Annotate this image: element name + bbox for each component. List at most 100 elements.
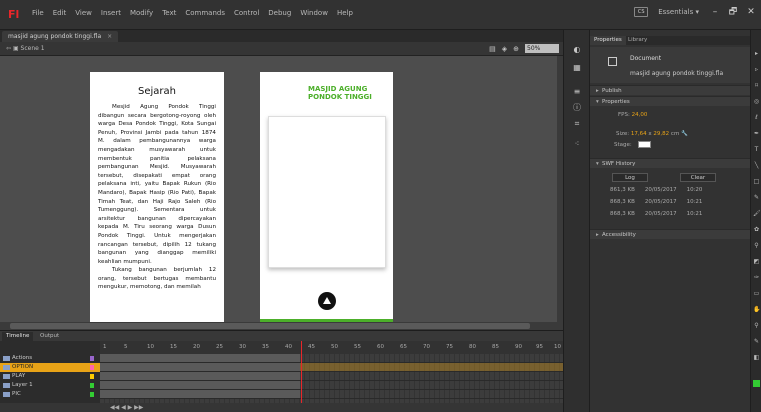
- workspace-switcher[interactable]: Essentials ▾: [654, 6, 703, 18]
- swatches-icon[interactable]: ▦: [571, 62, 583, 73]
- restore-icon[interactable]: 🗗: [727, 6, 739, 18]
- frame-row[interactable]: [100, 381, 563, 390]
- bone-tool-icon[interactable]: ⚲: [753, 242, 760, 249]
- stroke-color-icon[interactable]: ✎: [753, 338, 760, 345]
- rectangle-tool-icon[interactable]: □: [753, 178, 760, 185]
- log-button[interactable]: Log: [612, 173, 648, 182]
- fps-row: FPS: 24,00: [618, 112, 647, 118]
- frame-row[interactable]: [100, 372, 563, 381]
- edit-scene-icon[interactable]: ◈: [502, 45, 507, 53]
- brush-tool-icon[interactable]: 🖌: [753, 210, 761, 217]
- scene-breadcrumb[interactable]: ⇦ ▣ Scene 1: [6, 44, 45, 54]
- tab-properties[interactable]: Properties: [590, 36, 626, 45]
- edit-symbols-icon[interactable]: ▤: [489, 45, 496, 53]
- workspace-icon[interactable]: CS: [634, 7, 649, 17]
- layer-icon: [3, 392, 10, 397]
- back-arrow-icon[interactable]: ⇦: [6, 45, 11, 52]
- menu-file[interactable]: File: [32, 9, 44, 17]
- color-icon[interactable]: ◐: [571, 44, 583, 55]
- tab-library[interactable]: Library: [624, 36, 651, 45]
- article-paragraph-1: Mesjid Agung Pondok Tinggi dibangun seca…: [98, 104, 216, 265]
- tab-timeline[interactable]: Timeline: [2, 332, 34, 341]
- layer-play[interactable]: PLAY: [0, 372, 100, 381]
- fill-swatch-icon[interactable]: [753, 380, 760, 387]
- tab-output[interactable]: Output: [36, 332, 63, 341]
- close-icon[interactable]: ✕: [745, 6, 757, 18]
- info-icon[interactable]: ⓘ: [571, 102, 583, 113]
- pencil-tool-icon[interactable]: ✎: [753, 194, 760, 201]
- menu-debug[interactable]: Debug: [268, 9, 291, 17]
- menu-help[interactable]: Help: [337, 9, 353, 17]
- zoom-select[interactable]: 50%: [525, 44, 559, 53]
- stage-color-swatch[interactable]: [638, 141, 651, 148]
- menu-insert[interactable]: Insert: [101, 9, 121, 17]
- transform-icon[interactable]: ⌗: [571, 118, 583, 129]
- menu-edit[interactable]: Edit: [53, 9, 67, 17]
- horizontal-scroll-thumb[interactable]: [10, 323, 530, 329]
- menu-modify[interactable]: Modify: [130, 9, 153, 17]
- playhead[interactable]: [301, 341, 302, 411]
- frame-number: 30: [239, 344, 246, 350]
- 3d-rotation-tool-icon[interactable]: ◎: [753, 98, 760, 105]
- wrench-icon[interactable]: 🔧: [681, 131, 688, 137]
- clear-button[interactable]: Clear: [680, 173, 716, 182]
- deco-tool-icon[interactable]: ✿: [753, 226, 760, 233]
- frame-span: [100, 381, 300, 389]
- section-swf-history[interactable]: ▾ SWF History: [590, 158, 750, 168]
- fill-color-icon[interactable]: ◧: [753, 354, 760, 361]
- playback-controls-icon[interactable]: ◀◀ ◀ ▶ ▶▶: [110, 404, 143, 411]
- section-properties[interactable]: ▾ Properties: [590, 96, 750, 106]
- frame-row[interactable]: [100, 363, 563, 372]
- menu-text[interactable]: Text: [162, 9, 176, 17]
- size-unit: cm: [670, 131, 680, 137]
- width-value[interactable]: 17,64: [631, 131, 647, 137]
- layer-color-swatch[interactable]: [90, 365, 94, 370]
- lasso-tool-icon[interactable]: ℓ: [753, 114, 760, 121]
- layer-layer1[interactable]: Layer 1: [0, 381, 100, 390]
- history-time: 10:20: [686, 187, 703, 193]
- center-stage-icon[interactable]: ⊕: [513, 45, 519, 53]
- layer-color-swatch[interactable]: [90, 392, 94, 397]
- pen-tool-icon[interactable]: ✒: [753, 130, 760, 137]
- frame-grid[interactable]: [100, 354, 563, 403]
- menu-view[interactable]: View: [75, 9, 92, 17]
- layer-color-swatch[interactable]: [90, 374, 94, 379]
- align-icon[interactable]: ≡: [571, 86, 583, 97]
- eyedropper-icon[interactable]: ✑: [753, 274, 760, 281]
- section-accessibility[interactable]: ▸ Accessibility: [590, 229, 750, 239]
- scroll-up-button[interactable]: [318, 292, 336, 310]
- layer-list: Actions OPTION PLAY Layer 1 PIC: [0, 354, 100, 403]
- paint-bucket-icon[interactable]: ◩: [753, 258, 760, 265]
- components-icon[interactable]: ⁖: [571, 138, 583, 149]
- hand-tool-icon[interactable]: ✋: [753, 306, 760, 313]
- frame-number: 50: [331, 344, 338, 350]
- menu-commands[interactable]: Commands: [185, 9, 225, 17]
- menu-control[interactable]: Control: [234, 9, 259, 17]
- layer-pic[interactable]: PIC: [0, 390, 100, 399]
- subselection-tool-icon[interactable]: ▹: [753, 66, 760, 73]
- layer-color-swatch[interactable]: [90, 383, 94, 388]
- fps-value[interactable]: 24,00: [632, 112, 648, 118]
- layer-option[interactable]: OPTION: [0, 363, 100, 372]
- horizontal-scrollbar[interactable]: [0, 322, 563, 330]
- transform-tool-icon[interactable]: ⌑: [753, 82, 760, 89]
- tab-close-icon[interactable]: ×: [107, 33, 112, 40]
- content-card: [268, 116, 386, 268]
- document-tab[interactable]: masjid agung pondok tinggi.fla ×: [2, 31, 119, 42]
- section-publish[interactable]: ▸ Publish: [590, 85, 750, 95]
- line-tool-icon[interactable]: ╲: [753, 162, 760, 169]
- layer-color-swatch[interactable]: [90, 356, 94, 361]
- menu-window[interactable]: Window: [300, 9, 328, 17]
- minimize-icon[interactable]: –: [709, 6, 721, 18]
- eraser-icon[interactable]: ▭: [753, 290, 760, 297]
- frame-ruler[interactable]: 1 5 10 15 20 25 30 35 40 45 50 55 60 65 …: [100, 341, 563, 354]
- layer-actions[interactable]: Actions: [0, 354, 100, 363]
- document-tabs: masjid agung pondok tinggi.fla ×: [0, 30, 563, 42]
- stage-area[interactable]: Sejarah Mesjid Agung Pondok Tinggi diban…: [0, 56, 563, 322]
- frame-row[interactable]: [100, 354, 563, 363]
- selection-tool-icon[interactable]: ▸: [753, 50, 760, 57]
- height-value[interactable]: 29,82: [653, 131, 669, 137]
- zoom-tool-icon[interactable]: ⚲: [753, 322, 760, 329]
- text-tool-icon[interactable]: T: [753, 146, 760, 153]
- frame-row[interactable]: [100, 390, 563, 399]
